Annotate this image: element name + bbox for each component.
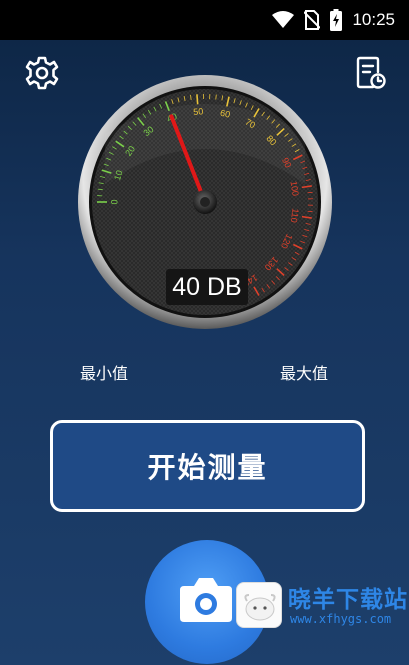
gauge-tick-label: 0 (109, 199, 119, 204)
watermark: 晓羊下载站 www.xfhygs.com (234, 578, 409, 665)
gauge-tick (215, 94, 217, 100)
watermark-title: 晓羊下载站 (288, 587, 408, 613)
start-measure-button[interactable]: 开始测量 (50, 420, 365, 512)
settings-button[interactable] (25, 56, 59, 90)
max-value-label: 最大值 (280, 364, 329, 383)
gauge-tick-label: 110 (289, 208, 301, 224)
status-time: 10:25 (352, 10, 395, 29)
status-bar: 10:25 (0, 0, 409, 40)
history-button[interactable] (356, 56, 386, 90)
sheep-logo-icon (236, 582, 282, 628)
gear-icon (25, 56, 59, 90)
battery-charging-icon (330, 9, 343, 31)
min-value-label: 最小值 (80, 364, 129, 383)
watermark-url: www.xfhygs.com (290, 612, 392, 626)
decibel-readout: 40 DB (166, 269, 248, 305)
history-document-icon (356, 56, 386, 89)
gauge-tick-label: 50 (193, 106, 204, 117)
no-sim-icon (304, 10, 321, 30)
wifi-icon (272, 11, 295, 28)
gauge-tick (196, 94, 199, 105)
camera-icon (180, 578, 232, 622)
